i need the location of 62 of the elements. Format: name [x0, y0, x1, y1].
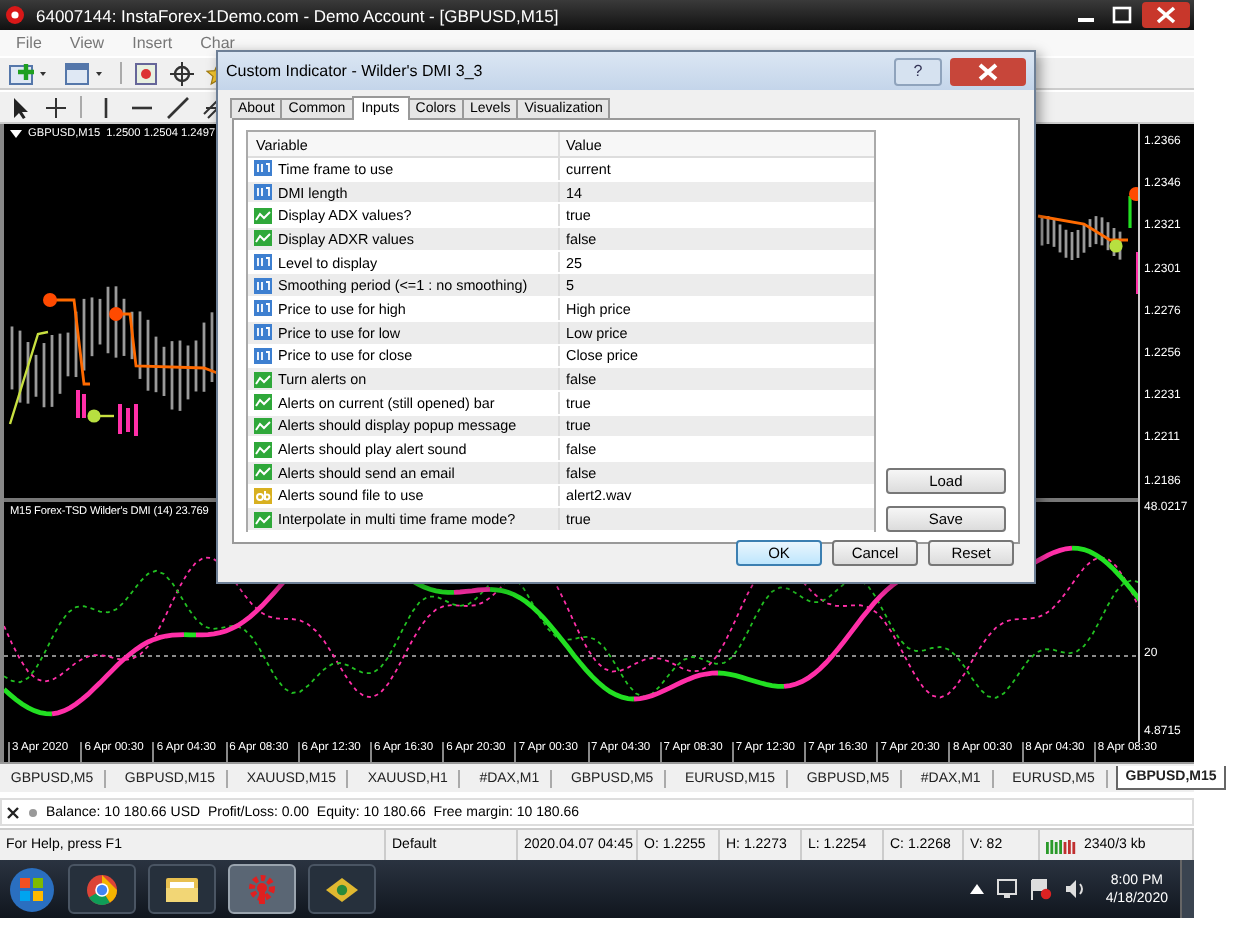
gear-icon — [246, 873, 278, 905]
candlestick — [146, 319, 150, 391]
candlestick — [162, 346, 166, 396]
close-icon[interactable] — [6, 805, 20, 819]
browser-icon — [86, 873, 118, 905]
candlestick — [186, 345, 190, 400]
menu-item[interactable]: Insert — [132, 34, 173, 52]
candlestick — [42, 343, 46, 408]
candlestick — [130, 311, 134, 360]
profiles-icon[interactable] — [64, 61, 108, 85]
candlestick — [26, 342, 30, 404]
candlestick — [58, 333, 62, 394]
candlestick — [114, 286, 118, 358]
candlestick — [194, 340, 198, 392]
candlestick — [98, 298, 102, 345]
signal-dot — [43, 293, 57, 307]
candlestick — [82, 298, 86, 371]
network-icon[interactable] — [995, 878, 1018, 900]
trend-line — [8, 330, 49, 425]
status-dot-icon — [28, 807, 38, 817]
stop-line — [1037, 214, 1128, 242]
candlestick — [10, 326, 14, 390]
candlestick — [154, 336, 158, 393]
taskbar-button[interactable] — [68, 864, 136, 914]
candlestick — [178, 340, 182, 411]
candlestick — [18, 330, 22, 403]
help-button[interactable]: ? — [894, 57, 942, 85]
candlestick — [90, 297, 94, 357]
taskbar-button[interactable] — [148, 864, 216, 914]
candlestick — [170, 341, 174, 410]
signal-dot — [109, 307, 123, 321]
start-button-icon[interactable] — [8, 865, 56, 913]
candlestick — [106, 286, 110, 354]
crosshair-icon[interactable] — [44, 95, 68, 119]
candlestick — [202, 322, 206, 392]
taskbar-button[interactable] — [308, 864, 376, 914]
new-chart-icon[interactable] — [8, 61, 52, 85]
speaker-icon[interactable] — [1063, 878, 1086, 900]
candlestick — [210, 312, 214, 383]
connection-meter-icon — [1046, 837, 1078, 853]
flag-icon[interactable] — [1029, 878, 1052, 900]
signal-dot — [87, 409, 101, 423]
window-title: 64007144: InstaForex-1Demo.com - Demo Account - [GBPUSD,M15] — [36, 5, 559, 25]
cursor-icon[interactable] — [8, 95, 32, 119]
signal-dot — [1109, 239, 1123, 253]
menu-item[interactable]: Char — [200, 34, 235, 52]
app-icon — [4, 4, 26, 26]
folder-icon — [164, 874, 200, 904]
tray-arrow-icon[interactable] — [969, 884, 984, 894]
caret-icon[interactable] — [10, 129, 22, 139]
trend-line — [94, 414, 114, 418]
target-icon[interactable] — [170, 61, 194, 85]
trend-line-icon[interactable] — [166, 95, 190, 119]
candlestick — [34, 354, 38, 397]
candlestick — [66, 332, 70, 377]
menu-item[interactable]: File — [16, 34, 42, 52]
candlestick — [138, 311, 142, 379]
candlestick — [122, 298, 126, 356]
dialog-title: Custom Indicator - Wilder's DMI 3_3 — [226, 62, 483, 80]
menu-item[interactable]: View — [69, 34, 105, 52]
candlestick — [50, 335, 54, 407]
market-watch-icon[interactable] — [134, 61, 158, 85]
